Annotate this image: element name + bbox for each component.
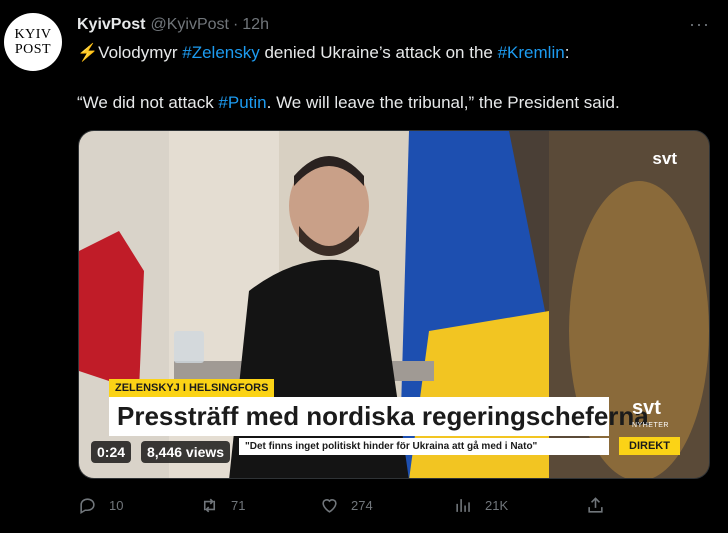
- tweet-text: denied Ukraine’s attack on the: [259, 43, 498, 62]
- share-button[interactable]: [586, 496, 617, 515]
- retweet-count: 71: [231, 498, 246, 513]
- hashtag-putin[interactable]: #Putin: [218, 93, 266, 112]
- action-bar: 10 71 274 21K: [78, 496, 638, 520]
- lower-third-title: Pressträff med nordiska regeringschefern…: [109, 397, 649, 436]
- view-count: 21K: [485, 498, 509, 513]
- like-count: 274: [351, 498, 373, 513]
- avatar-line1: KYIV: [14, 27, 52, 42]
- avatar[interactable]: KYIV POST: [4, 13, 62, 71]
- svt-bottom-sub: NYHETER: [632, 422, 669, 429]
- timestamp[interactable]: 12h: [242, 16, 269, 34]
- live-badge: DIREKT: [619, 437, 680, 455]
- lower-third-subtitle: "Det finns inget politiskt hinder för Uk…: [239, 438, 609, 455]
- tweet-header: KyivPost @KyivPost · 12h: [77, 14, 718, 36]
- avatar-line2: POST: [14, 42, 52, 57]
- separator: ·: [232, 16, 239, 33]
- tweet-text: :: [564, 43, 570, 62]
- like-button[interactable]: 274: [320, 496, 373, 515]
- video-timer: 0:24: [91, 441, 132, 463]
- svt-logo: svt: [652, 149, 677, 168]
- tweet-text-line2: “We did not attack #Putin. We will leave…: [77, 92, 620, 114]
- reply-icon: [80, 498, 95, 515]
- tweet-text-line1: ⚡Volodymyr #Zelensky denied Ukraine’s at…: [77, 42, 569, 64]
- tweet-text: “We did not attack: [77, 93, 219, 112]
- tweet-text: Volodymyr: [98, 43, 183, 62]
- lower-third-tag: ZELENSKYJ I HELSINGFORS: [109, 379, 275, 397]
- video-view-count: 8,446 views: [141, 441, 231, 463]
- svt-bottom-text: svt: [632, 397, 661, 419]
- more-options-icon[interactable]: ···: [689, 14, 710, 35]
- views-button[interactable]: 21K: [454, 496, 508, 515]
- reply-button[interactable]: 10: [78, 496, 123, 515]
- analytics-icon: [456, 499, 470, 512]
- svt-nyheter-logo: svt NYHETER: [632, 397, 669, 435]
- share-icon: [588, 497, 603, 513]
- account-name[interactable]: KyivPost: [77, 16, 145, 34]
- retweet-button[interactable]: 71: [200, 496, 245, 515]
- retweet-icon: [203, 498, 216, 513]
- lightning-icon: ⚡: [77, 43, 99, 62]
- account-handle[interactable]: @KyivPost: [150, 16, 228, 34]
- heart-icon: [322, 499, 337, 513]
- hashtag-zelensky[interactable]: #Zelensky: [182, 43, 259, 62]
- reply-count: 10: [109, 498, 124, 513]
- tweet-text: . We will leave the tribunal,” the Presi…: [266, 93, 620, 112]
- hashtag-kremlin[interactable]: #Kremlin: [498, 43, 565, 62]
- video-player[interactable]: svt ZELENSKYJ I HELSINGFORS Pressträff m…: [78, 130, 710, 479]
